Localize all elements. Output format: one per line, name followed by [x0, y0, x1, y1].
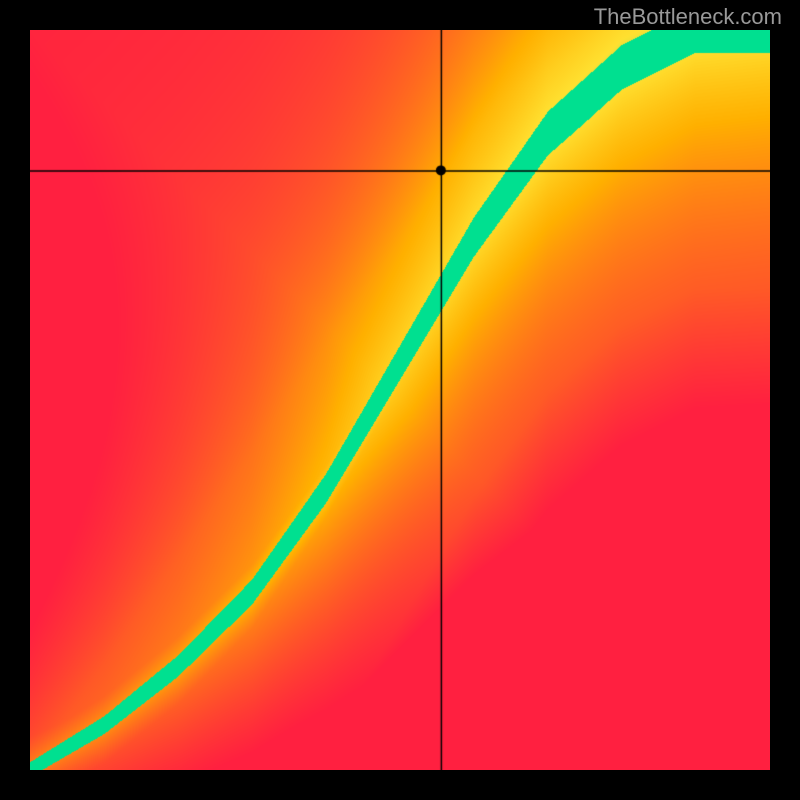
- bottleneck-heatmap: [30, 30, 770, 770]
- heatmap-canvas: [30, 30, 770, 770]
- watermark-text: TheBottleneck.com: [594, 4, 782, 30]
